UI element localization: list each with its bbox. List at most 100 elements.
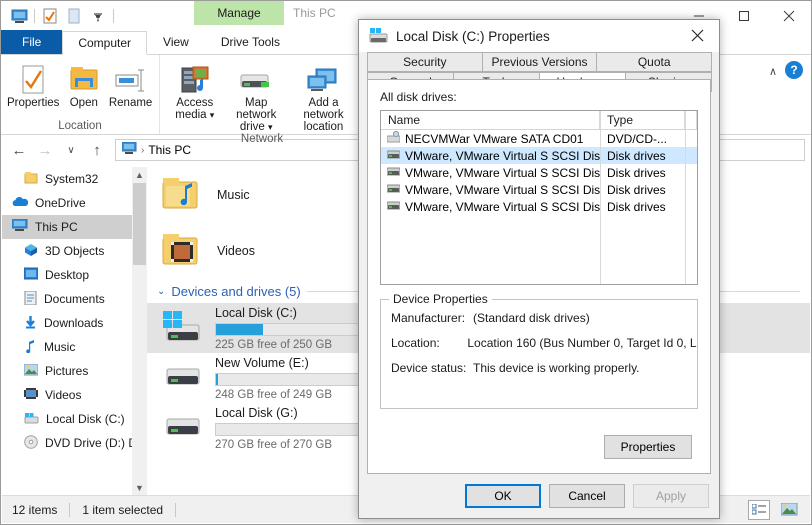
status-divider-2	[175, 502, 177, 517]
sidebar-item-music[interactable]: Music	[2, 335, 147, 359]
collapse-ribbon-button[interactable]: ∧	[769, 61, 777, 78]
drive-row-type: Disk drives	[607, 148, 666, 163]
drive-row-type: Disk drives	[607, 182, 666, 197]
dialog-close-button[interactable]	[675, 20, 719, 51]
table-row[interactable]: VMware, VMware Virtual S SCSI Disk D... …	[381, 181, 697, 198]
device-status-label: Device status:	[391, 361, 467, 375]
drive-row-name: NECVMWar VMware SATA CD01	[381, 131, 600, 146]
sidebar-item-system32[interactable]: System32	[2, 167, 147, 191]
rename-icon	[114, 63, 148, 95]
table-row[interactable]: NECVMWar VMware SATA CD01 DVD/CD-...	[381, 130, 697, 147]
tab-computer[interactable]: Computer	[62, 31, 148, 55]
ribbon-button-open[interactable]: Open	[61, 59, 106, 109]
help-icon[interactable]: ?	[785, 61, 803, 79]
apply-button[interactable]: Apply	[633, 484, 709, 508]
contextual-tab-manage[interactable]: Manage	[194, 1, 284, 25]
breadcrumb-this-pc[interactable]: This PC	[148, 143, 191, 157]
navigation-pane: System32 OneDrive This PC 3D Objects Des…	[2, 167, 147, 495]
table-row[interactable]: VMware, VMware Virtual S SCSI Disk D... …	[381, 164, 697, 181]
tab-security[interactable]: Security	[367, 52, 483, 72]
ribbon-button-add-network-location[interactable]: Add a network location	[289, 59, 358, 133]
ribbon-label-map-network-drive: Map network drive ▾	[236, 97, 277, 133]
new-folder-icon[interactable]	[65, 7, 83, 25]
sidebar-item-desktop[interactable]: Desktop	[2, 263, 147, 287]
sidebar-item-dvd-drive-d[interactable]: DVD Drive (D:) D	[2, 431, 147, 455]
scroll-up-icon[interactable]: ▲	[132, 167, 147, 182]
device-properties-button[interactable]: Properties	[604, 435, 692, 459]
recent-locations-button[interactable]: ∨	[59, 138, 83, 162]
ribbon-label-add-network-location: Add a network location	[303, 97, 344, 133]
ribbon-label-access-media: Access media ▾	[175, 97, 215, 121]
this-pc-icon[interactable]	[10, 7, 28, 25]
local-disk-icon	[369, 27, 388, 46]
disk-drives-list[interactable]: Name Type NECVMWar VMware SATA CD01 DVD/…	[380, 110, 698, 285]
ribbon-button-access-media[interactable]: Access media ▾	[166, 59, 224, 121]
sidebar-item-onedrive[interactable]: OneDrive	[2, 191, 147, 215]
scrollbar-thumb[interactable]	[133, 183, 146, 265]
desktop-icon	[23, 267, 39, 283]
ribbon-group-location: Properties Open Rename Location	[1, 55, 159, 134]
cd-drive-icon	[386, 131, 401, 146]
sidebar-item-3d-objects[interactable]: 3D Objects	[2, 239, 147, 263]
qat-divider-2	[113, 9, 114, 23]
dvd-drive-icon	[24, 434, 38, 452]
ribbon-button-map-network-drive[interactable]: Map network drive ▾	[226, 59, 287, 133]
properties-icon[interactable]	[41, 7, 59, 25]
scroll-down-icon[interactable]: ▼	[132, 480, 147, 495]
all-disk-drives-label: All disk drives:	[380, 90, 457, 104]
view-mode-buttons	[748, 499, 800, 520]
status-item-count: 12 items	[12, 502, 58, 517]
sidebar-item-downloads[interactable]: Downloads	[2, 311, 147, 335]
access-media-icon	[180, 63, 210, 95]
column-header-name[interactable]: Name	[381, 111, 600, 129]
customize-dropdown-icon[interactable]	[89, 7, 107, 25]
tab-file[interactable]: File	[1, 30, 63, 54]
cancel-button[interactable]: Cancel	[549, 484, 625, 508]
ribbon-right-controls: ∧ ?	[769, 55, 811, 134]
tab-view[interactable]: View	[147, 30, 205, 54]
sidebar-label: 3D Objects	[45, 244, 105, 258]
ribbon-button-rename[interactable]: Rename	[108, 59, 153, 109]
column-header-extra[interactable]	[685, 111, 697, 129]
screen: Manage This PC File Computer View Drive …	[0, 0, 812, 525]
table-row[interactable]: VMware, VMware Virtual S SCSI Disk D... …	[381, 198, 697, 215]
ribbon-label-open: Open	[69, 97, 98, 109]
tab-previous-versions[interactable]: Previous Versions	[481, 52, 598, 72]
ribbon-button-properties[interactable]: Properties	[7, 59, 59, 109]
ok-button[interactable]: OK	[465, 484, 541, 508]
sidebar-item-videos[interactable]: Videos	[2, 383, 147, 407]
sidebar-item-pictures[interactable]: Pictures	[2, 359, 147, 383]
this-pc-icon	[121, 141, 137, 158]
drive-row-type: Disk drives	[607, 165, 666, 180]
chevron-down-icon: ▾	[268, 122, 273, 132]
column-header-type[interactable]: Type	[600, 111, 685, 129]
tab-drive-tools[interactable]: Drive Tools	[205, 30, 296, 54]
navigation-pane-scrollbar[interactable]: ▲ ▼	[132, 167, 147, 495]
drive-icon	[161, 359, 205, 398]
table-row[interactable]: VMware, VMware Virtual S SCSI Disk D... …	[381, 147, 697, 164]
chevron-down-icon[interactable]: ⌄	[157, 286, 165, 297]
back-button[interactable]: ←	[7, 138, 31, 162]
videos-folder-icon	[161, 230, 205, 273]
large-icons-view-button[interactable]	[778, 500, 800, 520]
forward-button[interactable]: →	[33, 138, 57, 162]
sidebar-label: Music	[44, 340, 76, 354]
column-divider-1	[600, 111, 601, 284]
up-button[interactable]: ↑	[85, 138, 109, 162]
drive-row-name: VMware, VMware Virtual S SCSI Disk D...	[381, 148, 600, 163]
details-view-button[interactable]	[748, 499, 770, 520]
disk-drive-icon	[386, 199, 401, 214]
ribbon-group-network: Access media ▾ Map network drive ▾ Add a…	[159, 55, 364, 145]
sidebar-item-this-pc[interactable]: This PC	[2, 215, 147, 239]
maximize-button[interactable]	[721, 1, 766, 30]
sidebar-item-documents[interactable]: Documents	[2, 287, 147, 311]
sidebar-item-local-disk-c[interactable]: Local Disk (C:)	[2, 407, 147, 431]
sidebar-label: Local Disk (C:)	[46, 412, 125, 426]
tab-quota[interactable]: Quota	[596, 52, 713, 72]
device-status-value: This device is working properly.	[473, 361, 640, 375]
close-button[interactable]	[766, 1, 811, 30]
open-folder-icon	[69, 63, 99, 95]
folder-icon	[24, 171, 38, 187]
drive-row-type: DVD/CD-...	[607, 131, 667, 146]
windows-drive-icon	[161, 309, 205, 348]
